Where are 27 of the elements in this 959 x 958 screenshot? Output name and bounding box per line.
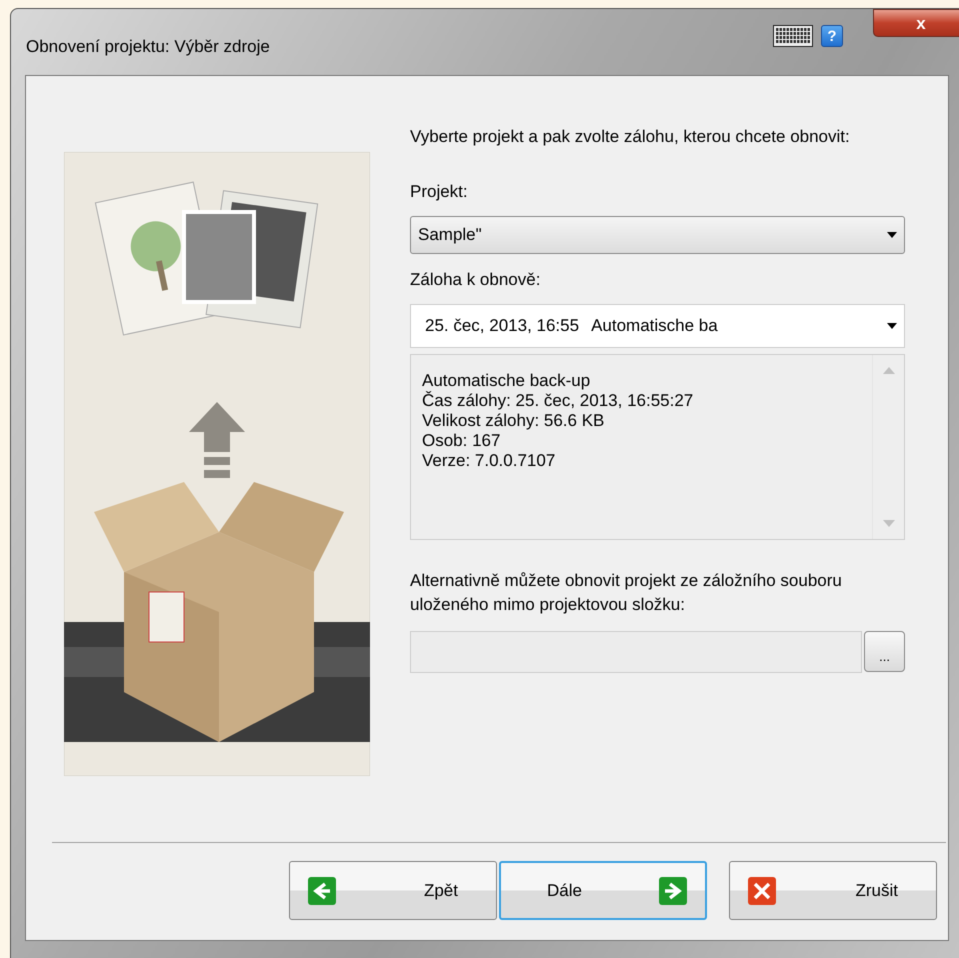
scroll-down-arrow-icon[interactable] [882, 520, 894, 527]
scroll-up-arrow-icon[interactable] [882, 367, 894, 374]
detail-line: Osob: 167 [422, 431, 500, 451]
browse-button[interactable]: ... [864, 631, 905, 672]
backup-file-field[interactable] [410, 631, 862, 673]
backup-label: Záloha k obnově: [410, 268, 540, 290]
backup-name: Automatische ba [591, 315, 718, 338]
detail-line: Čas zálohy: 25. čec, 2013, 16:55:27 [422, 391, 694, 411]
project-label: Projekt: [410, 181, 468, 203]
close-button[interactable]: x [873, 9, 959, 37]
backup-date: 25. čec, 2013, 16:55 [425, 315, 580, 338]
backup-dropdown[interactable]: 25. čec, 2013, 16:55 Automatische ba [410, 304, 905, 348]
dropdown-arrow-icon [887, 323, 897, 329]
dropdown-arrow-icon [887, 232, 897, 238]
window-title: Obnovení projektu: Výběr zdroje [26, 36, 270, 58]
detail-line: Velikost zálohy: 56.6 KB [422, 411, 604, 431]
next-button[interactable]: Dále [499, 861, 707, 920]
instruction-text: Vyberte projekt a pak zvolte zálohu, kterou chcete obnovit: [410, 126, 851, 148]
alternative-text: Alternativně můžete obnovit projekt ze záložního souboru uloženého mimo projektovou složku: [410, 570, 843, 616]
back-button[interactable]: Zpět [289, 861, 497, 920]
keyboard-icon[interactable] [773, 25, 813, 47]
project-dropdown[interactable]: Sample" [410, 216, 905, 254]
detail-line: Verze: 7.0.0.7107 [422, 451, 556, 471]
project-value: Sample" [418, 224, 482, 246]
detail-line: Automatische back-up [422, 371, 590, 391]
close-icon [748, 876, 776, 904]
cancel-button[interactable]: Zrušit [729, 861, 937, 920]
